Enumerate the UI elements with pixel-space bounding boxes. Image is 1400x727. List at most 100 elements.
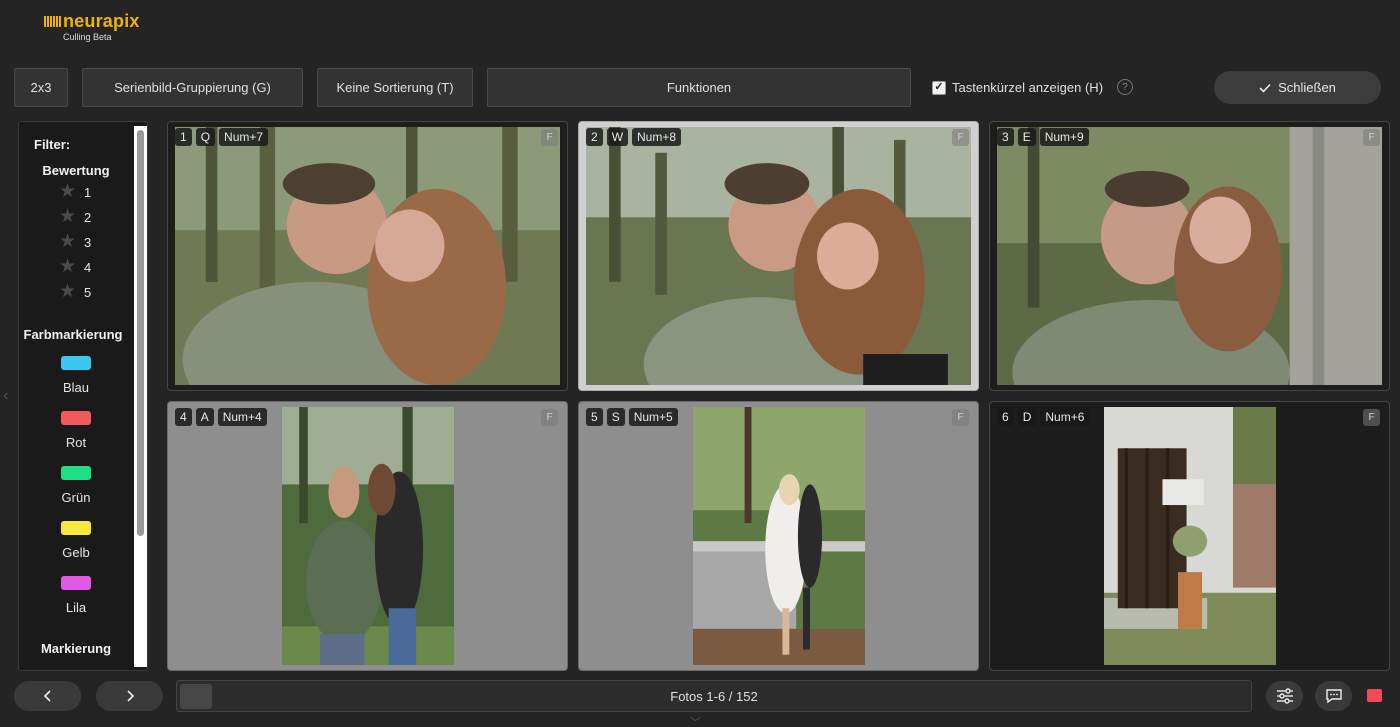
numpad-badge: Num+4 — [217, 408, 267, 426]
shortcut-badges: 5 S Num+5 — [586, 408, 678, 426]
rating-label: 5 — [84, 284, 92, 300]
photo-number-badge: 1 — [175, 128, 192, 146]
shortcuts-toggle[interactable]: ✓ Tastenkürzel anzeigen (H) — [932, 80, 1103, 95]
rating-filter-3[interactable]: ★ 3 — [59, 231, 92, 252]
rating-label: 1 — [84, 184, 92, 200]
photo-cell-5[interactable]: 5 S Num+5 F — [578, 401, 979, 671]
photo-image — [175, 127, 560, 385]
chevron-down-icon[interactable]: ﹀ — [690, 714, 701, 727]
rating-filter-2[interactable]: ★ 2 — [59, 207, 92, 226]
star-icon: ★ — [59, 231, 77, 252]
numpad-badge: Num+6 — [1040, 408, 1090, 426]
color-filter-red[interactable]: Rot — [19, 411, 133, 450]
flag-badge[interactable]: F — [1363, 129, 1380, 146]
color-filter-yellow[interactable]: Gelb — [19, 521, 133, 560]
shortcuts-label: Tastenkürzel anzeigen (H) — [952, 80, 1104, 95]
star-icon: ★ — [59, 281, 77, 302]
photo-cell-6[interactable]: 6 D Num+6 F — [989, 401, 1390, 671]
color-label: Gelb — [62, 545, 90, 560]
photo-count-text: Fotos 1-6 / 152 — [670, 689, 758, 704]
sort-button[interactable]: Keine Sortierung (T) — [317, 68, 473, 107]
filter-scrollbar[interactable] — [134, 126, 147, 667]
shortcut-badges: 1 Q Num+7 — [175, 128, 269, 146]
key-badge: E — [1017, 128, 1036, 146]
chat-icon — [1325, 689, 1342, 704]
help-icon[interactable]: ? — [1117, 79, 1133, 95]
photo-cell-2[interactable]: 2 W Num+8 F — [578, 121, 979, 391]
rating-filter-4[interactable]: ★ 4 — [59, 256, 92, 277]
photo-image — [997, 127, 1382, 385]
close-label: Schließen — [1278, 80, 1336, 95]
color-filter-blue[interactable]: Blau — [19, 356, 133, 395]
filter-panel: Filter: Bewertung ★ 1 ★ 2 ★ 3 ★ 4 ★ 5 Fa… — [18, 121, 148, 671]
numpad-badge: Num+9 — [1039, 128, 1089, 146]
star-icon: ★ — [59, 181, 77, 202]
key-badge: D — [1017, 408, 1037, 426]
color-swatch — [61, 356, 91, 370]
status-bar: Fotos 1-6 / 152 — [176, 680, 1252, 712]
app-logo: neurapix Culling Beta — [44, 12, 140, 42]
photo-image — [693, 407, 865, 665]
mark-heading: Markierung — [40, 641, 112, 656]
color-label: Rot — [65, 435, 87, 450]
rating-filter-5[interactable]: ★ 5 — [59, 281, 92, 302]
shortcut-badges: 3 E Num+9 — [997, 128, 1089, 146]
chat-button[interactable] — [1315, 681, 1352, 711]
rating-label: 2 — [84, 209, 92, 225]
photo-number-badge: 5 — [586, 408, 603, 426]
record-indicator[interactable] — [1367, 689, 1382, 702]
shortcuts-checkbox[interactable]: ✓ — [932, 80, 946, 95]
color-filter-purple[interactable]: Lila — [19, 576, 133, 615]
filter-title: Filter: — [34, 137, 71, 152]
photo-number-badge: 3 — [997, 128, 1014, 146]
chevron-left-icon[interactable]: ‹ — [3, 387, 8, 405]
color-label: Blau — [62, 380, 90, 395]
flag-badge[interactable]: F — [1363, 409, 1380, 426]
flag-badge[interactable]: F — [952, 409, 969, 426]
key-badge: W — [606, 128, 629, 146]
key-badge: S — [606, 408, 625, 426]
settings-button[interactable] — [1266, 681, 1303, 711]
key-badge: Q — [195, 128, 216, 146]
rating-filter-1[interactable]: ★ 1 — [59, 181, 92, 202]
chevron-left-icon — [43, 690, 51, 702]
photo-image — [586, 127, 971, 385]
color-swatch — [61, 411, 91, 425]
photo-cell-4[interactable]: 4 A Num+4 F — [167, 401, 568, 671]
rating-label: 4 — [84, 259, 92, 275]
grouping-button[interactable]: Serienbild-Gruppierung (G) — [82, 68, 303, 107]
photo-number-badge: 6 — [997, 408, 1014, 426]
photo-cell-3[interactable]: 3 E Num+9 F — [989, 121, 1390, 391]
logo-bars-icon — [44, 14, 61, 28]
flag-badge[interactable]: F — [541, 409, 558, 426]
numpad-badge: Num+7 — [219, 128, 269, 146]
close-button[interactable]: Schließen — [1214, 71, 1381, 104]
functions-button[interactable]: Funktionen — [487, 68, 911, 107]
color-swatch — [61, 466, 91, 480]
numpad-badge: Num+5 — [628, 408, 678, 426]
checkmark-icon — [1259, 83, 1271, 93]
key-badge: A — [195, 408, 214, 426]
shortcut-badges: 2 W Num+8 — [586, 128, 682, 146]
shortcut-badges: 6 D Num+6 — [997, 408, 1090, 426]
color-filter-green[interactable]: Grün — [19, 466, 133, 505]
color-heading: Farbmarkierung — [23, 327, 123, 342]
shortcut-badges: 4 A Num+4 — [175, 408, 267, 426]
rating-label: 3 — [84, 234, 92, 250]
star-icon: ★ — [59, 256, 77, 277]
app-subtitle: Culling Beta — [63, 32, 112, 42]
logo-wordmark: neurapix — [63, 11, 140, 31]
next-page-button[interactable] — [96, 681, 163, 711]
sliders-icon — [1276, 688, 1293, 704]
flag-badge[interactable]: F — [541, 129, 558, 146]
grid-layout-button[interactable]: 2x3 — [14, 68, 68, 107]
photo-cell-1[interactable]: 1 Q Num+7 F — [167, 121, 568, 391]
photo-image — [1104, 407, 1276, 665]
filter-scroll-thumb[interactable] — [137, 130, 144, 536]
flag-badge[interactable]: F — [952, 129, 969, 146]
rating-heading: Bewertung — [42, 163, 110, 178]
color-label: Lila — [65, 600, 87, 615]
numpad-badge: Num+8 — [632, 128, 682, 146]
previous-page-button[interactable] — [14, 681, 81, 711]
color-swatch — [61, 521, 91, 535]
